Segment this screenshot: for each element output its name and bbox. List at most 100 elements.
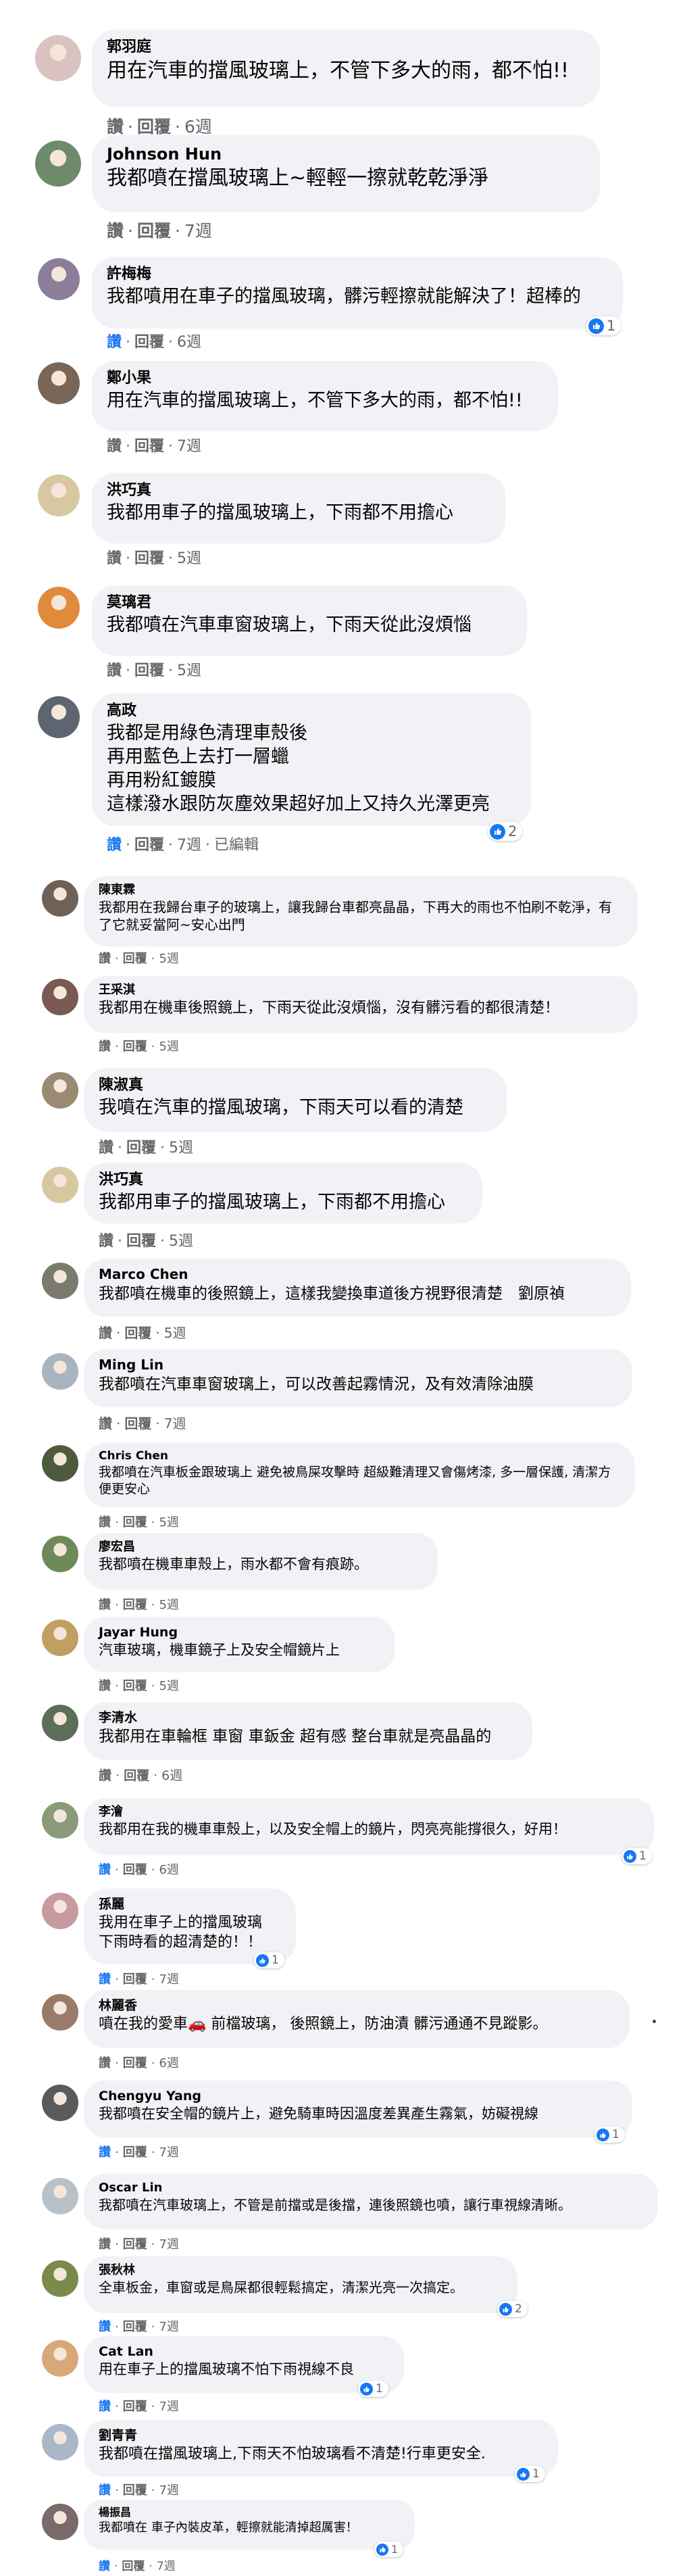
timestamp[interactable]: 5週	[159, 1598, 178, 1612]
like-button[interactable]: 讚	[99, 2145, 111, 2160]
avatar[interactable]	[38, 587, 80, 629]
avatar[interactable]	[42, 1620, 78, 1656]
reply-button[interactable]: 回覆	[137, 221, 171, 241]
timestamp[interactable]: 5週	[159, 952, 178, 966]
avatar[interactable]	[35, 35, 81, 81]
like-button[interactable]: 讚	[99, 2560, 110, 2573]
like-button[interactable]: 讚	[99, 1140, 113, 1157]
like-button[interactable]: 讚	[99, 1768, 111, 1783]
commenter-name[interactable]: Cat Lan	[99, 2343, 389, 2360]
like-button[interactable]: 讚	[99, 2237, 111, 2252]
avatar[interactable]	[42, 1353, 78, 1390]
timestamp[interactable]: 7週	[159, 2237, 178, 2252]
avatar[interactable]	[42, 2260, 78, 2297]
reply-button[interactable]: 回覆	[134, 334, 164, 351]
like-button[interactable]: 讚	[99, 1040, 111, 1054]
edited-label[interactable]: 已編輯	[214, 837, 259, 854]
like-button[interactable]: 讚	[99, 1515, 111, 1530]
avatar[interactable]	[42, 1072, 78, 1109]
like-button[interactable]: 讚	[99, 1863, 111, 1877]
commenter-name[interactable]: Oscar Lin	[99, 2180, 643, 2196]
timestamp[interactable]: 5週	[164, 1325, 186, 1341]
timestamp[interactable]: 5週	[177, 550, 201, 567]
reply-button[interactable]: 回覆	[123, 1598, 147, 1612]
reply-button[interactable]: 回覆	[123, 2483, 147, 2498]
avatar[interactable]	[42, 1705, 78, 1741]
timestamp[interactable]: 7週	[159, 2483, 178, 2498]
like-button[interactable]: 讚	[107, 438, 122, 455]
reply-button[interactable]: 回覆	[123, 1515, 147, 1530]
commenter-name[interactable]: Chris Chen	[99, 1449, 620, 1464]
avatar[interactable]	[42, 880, 78, 917]
reply-button[interactable]: 回覆	[123, 1972, 147, 1987]
avatar[interactable]	[42, 1445, 78, 1482]
like-button[interactable]: 讚	[99, 1233, 113, 1250]
commenter-name[interactable]: 陳東霖	[99, 882, 623, 898]
commenter-name[interactable]: 張秋林	[99, 2262, 503, 2279]
like-button[interactable]: 讚	[107, 334, 122, 351]
reply-button[interactable]: 回覆	[123, 2400, 147, 2414]
commenter-name[interactable]: Chengyu Yang	[99, 2087, 617, 2105]
timestamp[interactable]: 6週	[177, 334, 201, 351]
reaction-count-badge[interactable]: 2	[497, 2301, 528, 2317]
commenter-name[interactable]: Johnson Hun	[107, 143, 585, 165]
reply-button[interactable]: 回覆	[134, 438, 164, 455]
commenter-name[interactable]: 楊振昌	[99, 2505, 400, 2520]
commenter-name[interactable]: 郭羽庭	[107, 37, 585, 57]
reaction-count-badge[interactable]: 1	[254, 1952, 284, 1968]
avatar[interactable]	[35, 141, 81, 187]
timestamp[interactable]: 5週	[177, 662, 201, 679]
avatar[interactable]	[38, 696, 80, 738]
timestamp[interactable]: 7週	[164, 1415, 186, 1432]
reply-button[interactable]: 回覆	[126, 1140, 156, 1157]
timestamp[interactable]: 7週	[159, 2320, 178, 2334]
timestamp[interactable]: 6週	[161, 1768, 182, 1783]
reply-button[interactable]: 回覆	[126, 1233, 156, 1250]
reaction-count-badge[interactable]: 1	[515, 2466, 545, 2482]
avatar[interactable]	[42, 2178, 78, 2214]
like-button[interactable]: 讚	[99, 952, 111, 966]
commenter-name[interactable]: Marco Chen	[99, 1265, 616, 1284]
timestamp[interactable]: 7週	[177, 837, 201, 854]
commenter-name[interactable]: 林麗香	[99, 1997, 615, 2014]
like-button[interactable]: 讚	[107, 221, 124, 241]
commenter-name[interactable]: 李澮	[99, 1804, 639, 1820]
commenter-name[interactable]: 洪巧真	[107, 481, 490, 501]
reply-button[interactable]: 回覆	[123, 952, 147, 966]
like-button[interactable]: 讚	[99, 2400, 111, 2414]
timestamp[interactable]: 7週	[159, 1972, 178, 1987]
timestamp[interactable]: 7週	[159, 2400, 178, 2414]
timestamp[interactable]: 7週	[157, 2560, 176, 2573]
reaction-count-badge[interactable]: 1	[358, 2381, 388, 2397]
commenter-name[interactable]: 劉青青	[99, 2427, 543, 2444]
like-button[interactable]: 讚	[107, 662, 122, 679]
timestamp[interactable]: 7週	[159, 2145, 178, 2160]
commenter-name[interactable]: 孫麗	[99, 1895, 281, 1913]
avatar[interactable]	[42, 2504, 78, 2540]
timestamp[interactable]: 6週	[159, 2056, 178, 2070]
avatar[interactable]	[42, 1263, 78, 1299]
commenter-name[interactable]: 廖宏昌	[99, 1539, 423, 1555]
avatar[interactable]	[42, 1802, 78, 1839]
avatar[interactable]	[38, 475, 80, 516]
avatar[interactable]	[42, 2340, 78, 2377]
avatar[interactable]	[42, 979, 78, 1015]
like-button[interactable]: 讚	[99, 1972, 111, 1987]
reply-button[interactable]: 回覆	[134, 662, 164, 679]
like-button[interactable]: 讚	[99, 1325, 112, 1341]
reply-button[interactable]: 回覆	[137, 117, 171, 137]
reaction-count-badge[interactable]: 1	[621, 1848, 652, 1864]
reply-button[interactable]: 回覆	[122, 2560, 145, 2573]
timestamp[interactable]: 7週	[184, 221, 212, 241]
avatar[interactable]	[42, 1893, 78, 1929]
reply-button[interactable]: 回覆	[123, 1040, 147, 1054]
reply-button[interactable]: 回覆	[123, 1863, 147, 1877]
timestamp[interactable]: 6週	[159, 1863, 178, 1877]
avatar[interactable]	[42, 1994, 78, 2031]
reply-button[interactable]: 回覆	[134, 837, 164, 854]
like-button[interactable]: 讚	[99, 2320, 111, 2334]
reply-button[interactable]: 回覆	[124, 1415, 151, 1432]
commenter-name[interactable]: 高政	[107, 701, 516, 721]
like-button[interactable]: 讚	[107, 837, 122, 854]
avatar[interactable]	[42, 2424, 78, 2460]
